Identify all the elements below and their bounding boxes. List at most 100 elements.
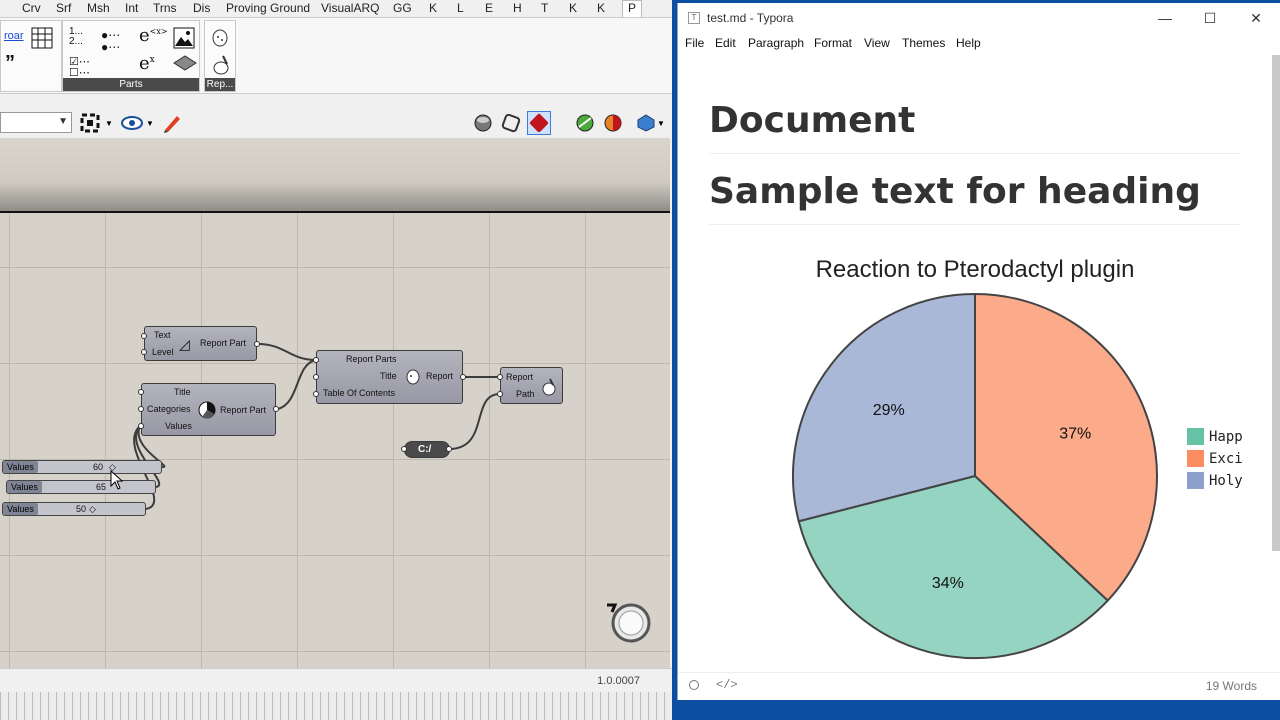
outline-toggle-icon[interactable] (688, 679, 700, 694)
menu-help[interactable]: Help (956, 36, 981, 50)
surface-part-icon[interactable] (173, 55, 197, 74)
output-port[interactable] (446, 446, 452, 452)
navigation-ring-icon[interactable] (606, 600, 652, 646)
export-report-component[interactable]: Report Path (500, 367, 563, 404)
preview-selected-icon[interactable] (527, 111, 551, 135)
component-tab-gg[interactable]: GG (393, 1, 412, 15)
input-port[interactable] (313, 357, 319, 363)
input-port[interactable] (401, 446, 407, 452)
number-slider-2[interactable]: Values 65 (6, 480, 156, 494)
menu-edit[interactable]: Edit (715, 36, 736, 50)
chart-report-part-component[interactable]: Title Categories Values Report Part (141, 383, 276, 436)
material-sphere-icon[interactable] (601, 111, 625, 135)
path-panel-component[interactable]: C:/ (404, 441, 450, 458)
checklist-icon[interactable]: ☑⋯ ☐⋯ (69, 57, 90, 79)
expression-icon[interactable]: e<x> (139, 27, 168, 45)
component-tab-e[interactable]: E (485, 1, 493, 15)
heading-document[interactable]: Document (709, 100, 1241, 154)
image-part-icon[interactable] (173, 27, 195, 52)
component-tab-crv[interactable]: Crv (22, 1, 41, 15)
menu-paragraph[interactable]: Paragraph (748, 36, 804, 50)
number-slider-3[interactable]: Values 50 ◇ (2, 502, 146, 516)
component-tab-dis[interactable]: Dis (193, 1, 210, 15)
output-port[interactable] (254, 341, 260, 347)
sketch-pen-icon[interactable] (160, 111, 184, 135)
legend-label: Exci (1209, 451, 1243, 467)
input-port[interactable] (497, 374, 503, 380)
maximize-icon[interactable]: ☐ (1187, 7, 1233, 29)
minimize-icon[interactable]: — (1142, 7, 1188, 29)
menu-themes[interactable]: Themes (902, 36, 945, 50)
number-slider-1[interactable]: Values 60 ◇ (2, 460, 162, 474)
component-tab-k[interactable]: K (597, 1, 605, 15)
ribbon-caption-parts: Parts (63, 78, 199, 91)
report-component[interactable]: Report Parts Title Table Of Contents Rep… (316, 350, 463, 404)
output-report-part-label: Report Part (200, 338, 247, 348)
component-tab-k[interactable]: K (569, 1, 577, 15)
vertical-scrollbar[interactable] (1270, 55, 1280, 551)
menu-format[interactable]: Format (814, 36, 852, 50)
component-tab-k[interactable]: K (429, 1, 437, 15)
ribbon-caption-report: Rep... (205, 78, 235, 91)
input-port[interactable] (141, 349, 147, 355)
grasshopper-canvas[interactable]: Text Level ◿ Report Part Title Categorie… (0, 138, 670, 668)
component-tab-l[interactable]: L (457, 1, 464, 15)
component-tab-srf[interactable]: Srf (56, 1, 71, 15)
chart-title: Reaction to Pterodactyl plugin (816, 256, 1135, 283)
source-code-toggle-icon[interactable]: </> (716, 678, 738, 692)
component-tab-h[interactable]: H (513, 1, 522, 15)
input-port[interactable] (138, 406, 144, 412)
table-part-icon[interactable] (31, 27, 53, 52)
quote-part-icon[interactable]: ” (5, 53, 15, 73)
input-report-label: Report (506, 372, 534, 382)
document-selector[interactable]: ▼ (0, 112, 72, 133)
input-port[interactable] (138, 389, 144, 395)
input-port[interactable] (138, 423, 144, 429)
export-egg-icon (541, 378, 557, 398)
typora-app-icon: T (688, 12, 700, 24)
heading-sample[interactable]: Sample text for heading (709, 171, 1241, 225)
text-report-part-component[interactable]: Text Level ◿ Report Part (144, 326, 257, 361)
output-port[interactable] (273, 406, 279, 412)
input-port[interactable] (313, 391, 319, 397)
pterodactyl-egg-icon[interactable] (210, 27, 230, 50)
scrollbar-thumb[interactable] (1272, 55, 1280, 551)
input-port[interactable] (313, 374, 319, 380)
legend-label: Holy (1209, 473, 1243, 489)
menu-view[interactable]: View (864, 36, 890, 50)
display-dropdown-icon[interactable]: ▼ (656, 111, 666, 135)
hyperlink-part-icon[interactable]: roar (4, 31, 24, 42)
component-tab-proving-ground[interactable]: Proving Ground (226, 1, 310, 15)
close-icon[interactable]: ✕ (1233, 7, 1279, 29)
editor-content[interactable]: Document Sample text for heading Reactio… (678, 55, 1268, 669)
input-port[interactable] (141, 333, 147, 339)
zoom-dropdown-icon[interactable]: ▼ (104, 111, 114, 135)
preview-wireframe-icon[interactable] (499, 111, 523, 135)
zoom-extents-icon[interactable] (78, 111, 102, 135)
slider-handle-icon[interactable]: ◇ (89, 503, 96, 515)
bullet-list-icon[interactable]: ●⋯ ●⋯ (101, 29, 120, 53)
component-tab-t[interactable]: T (541, 1, 548, 15)
input-port[interactable] (497, 391, 503, 397)
component-tab-p[interactable]: P (622, 0, 643, 18)
menu-file[interactable]: File (685, 36, 704, 50)
component-tab-visualarq[interactable]: VisualARQ (321, 1, 379, 15)
pterodactyl-export-icon[interactable] (210, 54, 232, 79)
preview-shaded-icon[interactable] (471, 111, 495, 135)
component-tab-int[interactable]: Int (125, 1, 138, 15)
output-report-part-label: Report Part (220, 405, 267, 415)
output-port[interactable] (460, 374, 466, 380)
bake-icon[interactable] (573, 111, 597, 135)
window-title: test.md - Typora (707, 11, 794, 25)
preview-dropdown-icon[interactable]: ▼ (145, 111, 155, 135)
numbered-list-icon[interactable]: 1... 2... (69, 27, 83, 47)
slider-value: 65 (96, 482, 107, 492)
slider-value: 60 (93, 462, 104, 472)
component-tab-msh[interactable]: Msh (87, 1, 110, 15)
egg-report-icon (405, 367, 421, 387)
component-tab-trns[interactable]: Trns (153, 1, 177, 15)
legend-label: Happ (1209, 429, 1243, 445)
preview-eye-icon[interactable] (120, 111, 144, 135)
display-mode-icon[interactable] (634, 111, 658, 135)
formula-icon[interactable]: ex (139, 55, 155, 73)
